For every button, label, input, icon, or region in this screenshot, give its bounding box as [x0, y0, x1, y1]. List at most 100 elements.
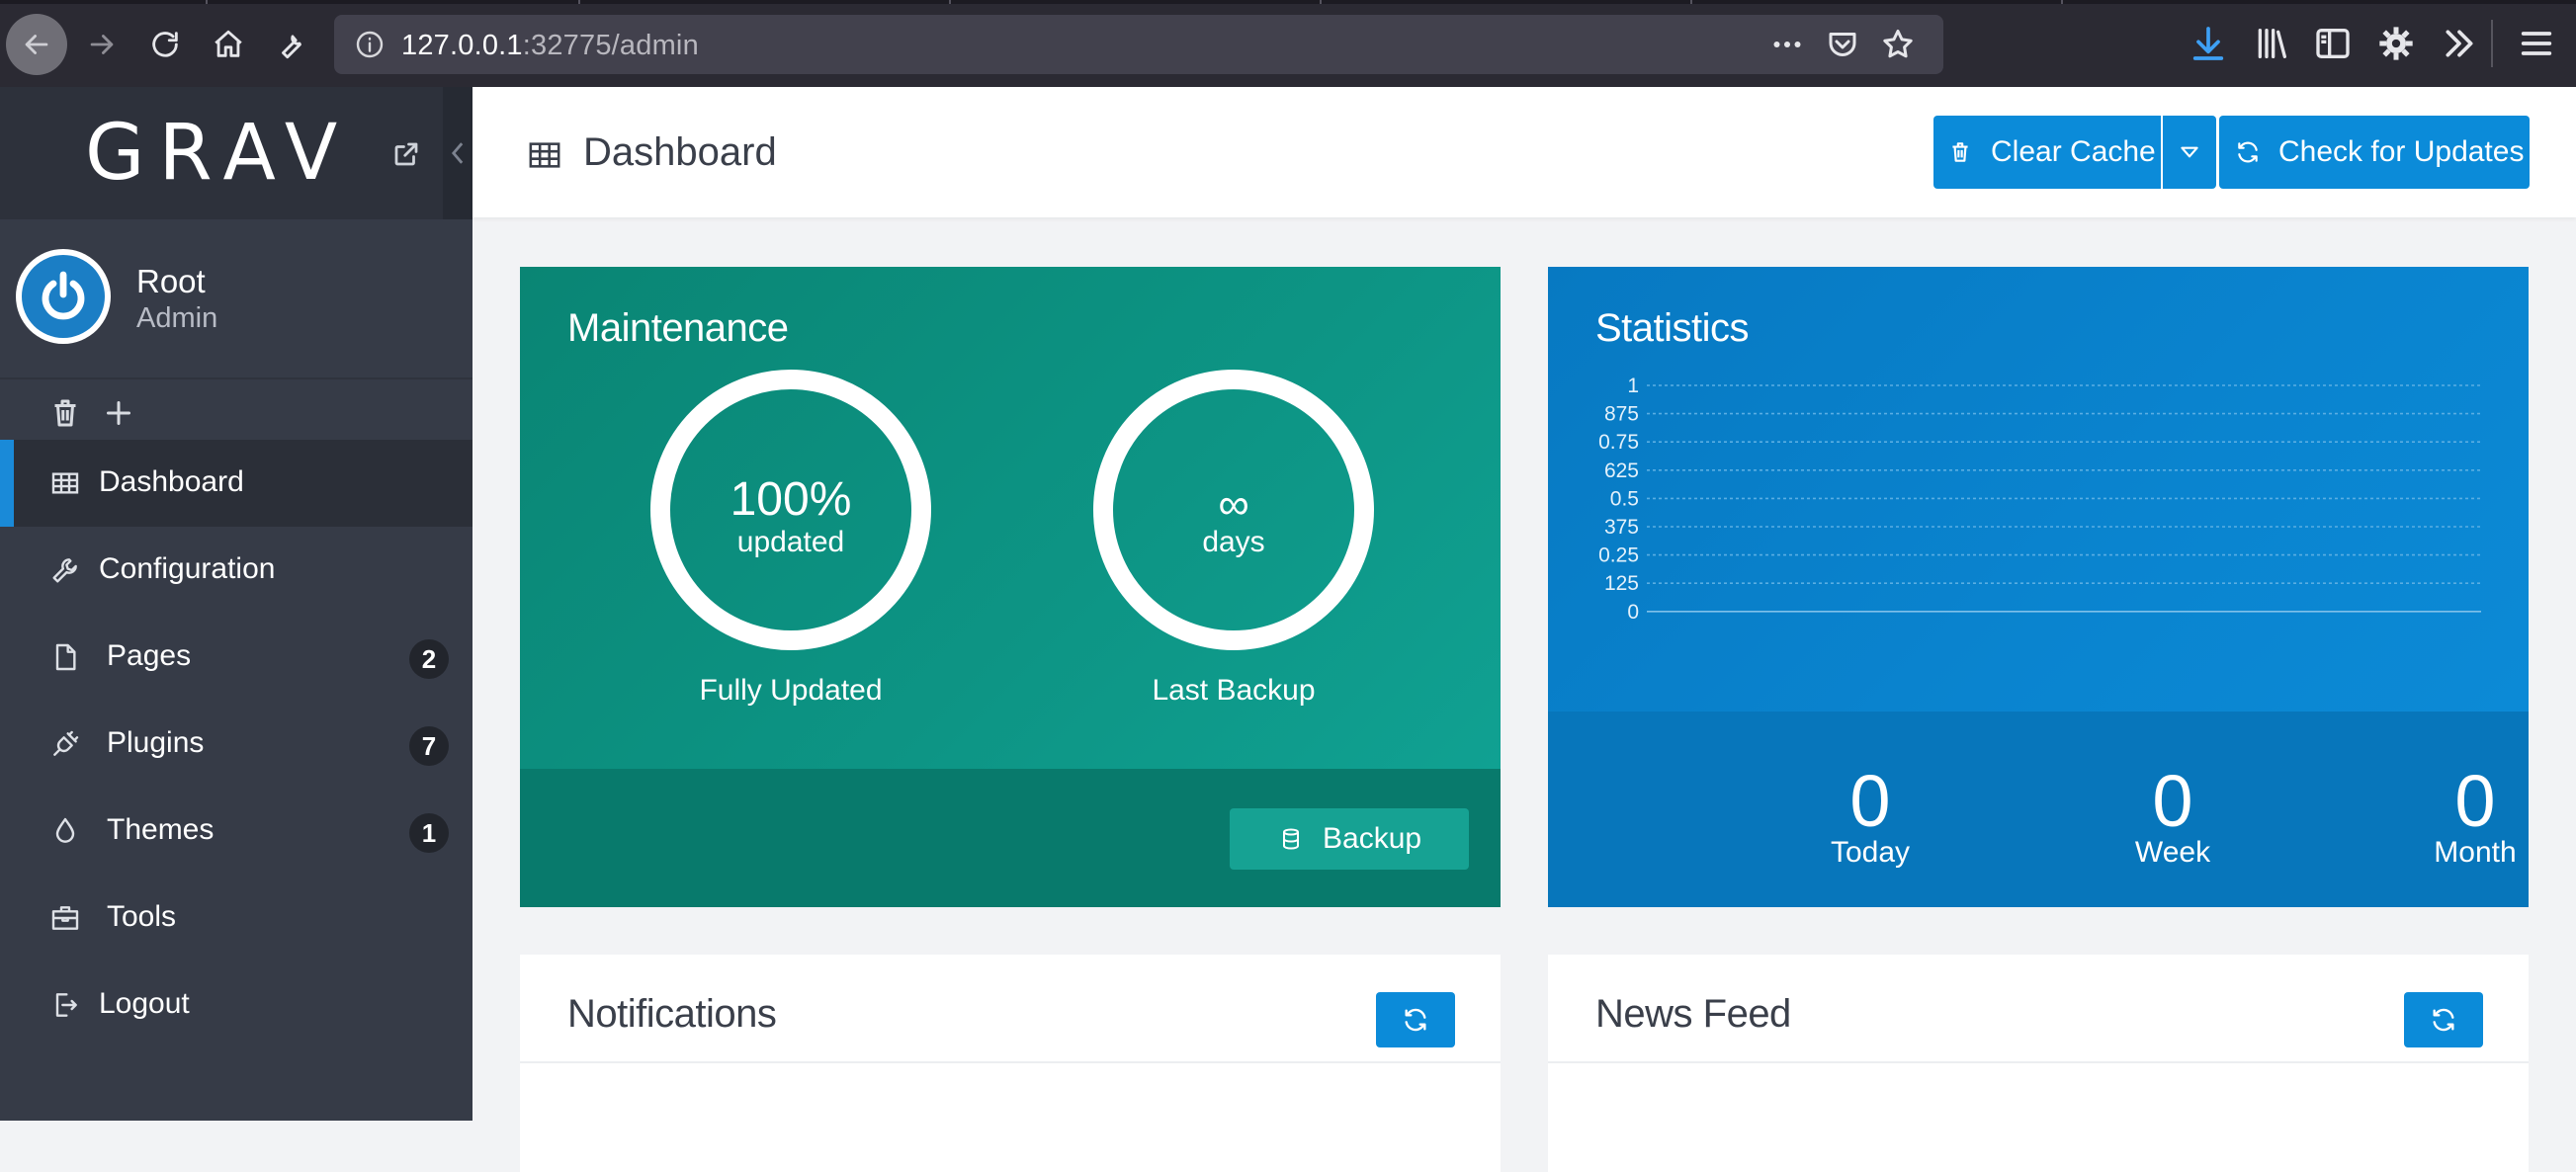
file-icon [55, 643, 76, 671]
sidebar-collapse-toggle[interactable] [443, 87, 472, 219]
clear-cache-dropdown[interactable] [2163, 116, 2216, 189]
hamburger-menu-icon[interactable] [2517, 24, 2556, 63]
stat-month-label: Month [2434, 836, 2517, 869]
plug-icon [53, 730, 79, 756]
home-icon [215, 30, 242, 57]
user-name[interactable]: Root [136, 263, 206, 300]
count-badge: 2 [409, 639, 449, 679]
url-host: 127.0.0.1 [401, 30, 523, 61]
url-text[interactable]: 127.0.0.1:32775/admin [401, 30, 699, 62]
divider [520, 1061, 1501, 1063]
caret-down-icon [2181, 146, 2198, 158]
check-updates-button[interactable]: Check for Updates [2219, 116, 2530, 189]
sidebar-item-configuration[interactable]: Configuration [0, 527, 472, 614]
admin-sidebar: GRAV Root Admin Dashboard Configuration … [0, 87, 472, 1121]
maintenance-card: Maintenance 100% updated Fully Updated ∞… [520, 267, 1501, 907]
wrench-icon [282, 35, 301, 59]
stat-week-label: Week [2134, 836, 2211, 869]
news-feed-refresh-button[interactable] [2404, 992, 2483, 1047]
sidebar-item-themes[interactable]: Themes 1 [0, 788, 472, 875]
sidebar-item-label: Dashboard [99, 465, 244, 498]
update-unit: updated [736, 526, 845, 558]
backup-button[interactable]: Backup [1230, 808, 1469, 870]
maintenance-title: Maintenance [567, 306, 789, 350]
backup-unit: days [1202, 526, 1265, 558]
downloads-icon[interactable] [2189, 24, 2228, 63]
more-actions-icon[interactable] [1769, 27, 1805, 62]
check-updates-label: Check for Updates [2278, 135, 2525, 168]
sidebar-item-plugins[interactable]: Plugins 7 [0, 701, 472, 788]
count-badge: 7 [409, 726, 449, 766]
sidebar-item-dashboard[interactable]: Dashboard [0, 440, 472, 527]
info-icon[interactable] [354, 29, 386, 60]
plus-icon[interactable] [101, 395, 136, 431]
extension-gear-icon[interactable] [2376, 24, 2416, 63]
reload-button[interactable] [134, 14, 196, 75]
stat-today-value: 0 [1849, 760, 1891, 842]
statistics-title: Statistics [1595, 306, 1750, 350]
backup-caption: Last Backup [1152, 674, 1316, 707]
bookmark-star-icon[interactable] [1880, 27, 1916, 62]
backup-label: Backup [1323, 822, 1422, 855]
address-bar[interactable]: 127.0.0.1:32775/admin [334, 15, 1943, 74]
divider [1548, 1061, 2529, 1063]
y-tick-label: 125 [1604, 572, 1639, 595]
notifications-refresh-button[interactable] [1376, 992, 1455, 1047]
sidebar-item-pages[interactable]: Pages 2 [0, 614, 472, 701]
notifications-panel: Notifications [520, 955, 1501, 1172]
avatar-circle [22, 255, 105, 338]
tab-separator [206, 0, 208, 4]
overflow-chevron-icon[interactable] [2440, 24, 2479, 63]
arrow-left-icon [25, 35, 48, 54]
user-role: Admin [136, 302, 218, 334]
update-status-ring: 100% updated [650, 370, 931, 650]
chevron-left-icon [451, 142, 464, 164]
tab-separator [2061, 0, 2063, 4]
tab-strip [0, 0, 2576, 4]
news-feed-title: News Feed [1595, 992, 1791, 1036]
pocket-icon[interactable] [1825, 27, 1860, 62]
sidebar-toggle-icon[interactable] [2313, 24, 2353, 63]
tab-separator [1690, 0, 1692, 4]
url-path: :32775/admin [522, 30, 699, 61]
customize-button[interactable] [261, 14, 322, 75]
forward-button[interactable] [71, 14, 132, 75]
sidebar-item-label: Tools [107, 900, 177, 933]
sidebar-item-logout[interactable]: Logout [0, 962, 472, 1048]
grav-logo[interactable]: GRAV [85, 109, 351, 198]
y-tick-label: 875 [1604, 403, 1639, 426]
tab-separator [578, 0, 580, 4]
home-button[interactable] [198, 14, 259, 75]
notifications-title: Notifications [567, 992, 777, 1036]
external-link-icon[interactable] [391, 139, 421, 169]
sidebar-item-tools[interactable]: Tools [0, 875, 472, 962]
sign-out-icon [55, 993, 77, 1017]
sidebar-item-label: Configuration [99, 552, 276, 585]
sidebar-item-label: Plugins [107, 726, 205, 759]
clear-cache-button[interactable]: Clear Cache [1933, 116, 2161, 189]
avatar[interactable] [16, 249, 111, 344]
browser-toolbar: 127.0.0.1:32775/admin [0, 0, 2576, 87]
y-tick-label: 375 [1604, 516, 1639, 539]
y-tick-label: 0.5 [1610, 487, 1639, 510]
y-tick-label: 0.75 [1598, 431, 1639, 454]
grid-icon [529, 142, 560, 168]
trash-icon [1952, 142, 1968, 162]
sidebar-item-label: Logout [99, 987, 190, 1020]
statistics-chart: 1 875 0.75 625 0.5 375 0.25 125 0 [1598, 375, 2481, 621]
count-badge: 1 [409, 813, 449, 853]
reload-icon [152, 32, 178, 57]
refresh-icon [2238, 141, 2258, 163]
toolbar-separator [2491, 20, 2493, 67]
y-tick-label: 0.25 [1598, 544, 1639, 567]
refresh-icon [2433, 1008, 2454, 1032]
back-button[interactable] [6, 14, 67, 75]
refresh-icon [1405, 1008, 1426, 1032]
update-percent: 100% [730, 473, 852, 526]
trash-icon[interactable] [47, 395, 83, 431]
update-caption: Fully Updated [699, 674, 883, 707]
power-icon [42, 271, 85, 320]
sidebar-menu: Dashboard Configuration Pages 2 Plugins … [0, 440, 472, 1048]
page-header: Dashboard Clear Cache Check for Updates [472, 87, 2576, 217]
library-icon[interactable] [2252, 24, 2291, 63]
